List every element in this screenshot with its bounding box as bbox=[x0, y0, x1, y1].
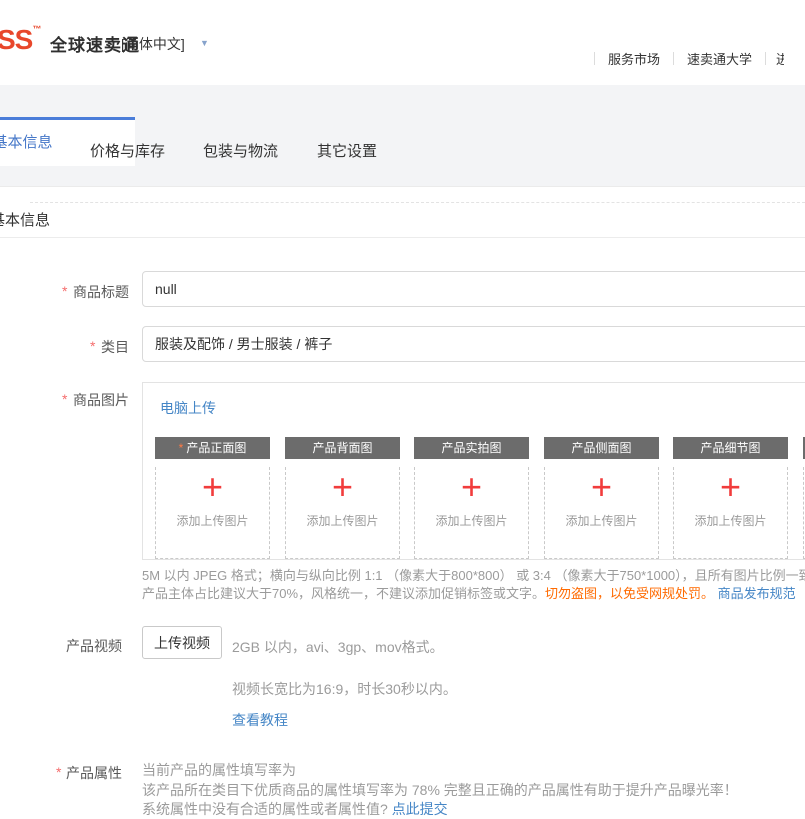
slot-header: 产品背面图 bbox=[285, 437, 400, 459]
slot-dropzone[interactable]: + 添加上传图片 bbox=[673, 467, 788, 559]
plus-icon: + bbox=[674, 467, 787, 507]
plus-icon: + bbox=[156, 467, 269, 507]
attr-category-rate-line: 该产品所在类目下优质商品的属性填写率为 78% 完整且正确的产品属性有助于提升产… bbox=[142, 780, 738, 800]
add-image-label: 添加上传图片 bbox=[286, 512, 399, 529]
category-label: 类目 bbox=[101, 337, 129, 357]
upload-slot-back[interactable]: 产品背面图 + 添加上传图片 bbox=[285, 437, 400, 559]
chevron-down-icon: ▼ bbox=[200, 38, 209, 48]
divider bbox=[673, 52, 674, 65]
warning-text: 切勿盗图，以免受网规处罚。 bbox=[545, 586, 714, 601]
tab-bar: 基本信息 价格与库存 包装与物流 其它设置 bbox=[0, 85, 805, 187]
required-asterisk: * bbox=[62, 283, 67, 299]
slot-header: *产品正面图 bbox=[155, 437, 270, 459]
upload-video-button[interactable]: 上传视频 bbox=[142, 626, 222, 659]
product-attributes-label: 产品属性 bbox=[66, 763, 122, 783]
upload-slot-side[interactable]: 产品侧面图 + 添加上传图片 bbox=[544, 437, 659, 559]
product-images-label: 商品图片 bbox=[73, 390, 129, 410]
partial-nav-link[interactable]: 进 bbox=[776, 49, 784, 68]
image-note-line1: 5M 以内 JPEG 格式；横向与纵向比例 1:1 （像素大于800*800） … bbox=[142, 565, 805, 584]
add-image-label: 添加上传图片 bbox=[156, 512, 269, 529]
required-asterisk: * bbox=[62, 391, 67, 407]
video-note-format: 2GB 以内，avi、3gp、mov格式。 bbox=[232, 637, 444, 657]
video-note-ratio: 视频长宽比为16:9，时长30秒以内。 bbox=[232, 679, 457, 699]
plus-icon: + bbox=[286, 467, 399, 507]
slot-header: 产品实拍图 bbox=[414, 437, 529, 459]
plus-icon: + bbox=[415, 467, 528, 507]
computer-upload-link[interactable]: 电脑上传 bbox=[160, 398, 216, 418]
required-asterisk: * bbox=[56, 764, 61, 780]
publish-rules-link[interactable]: 商品发布规范 bbox=[718, 586, 796, 601]
required-asterisk: * bbox=[90, 338, 95, 354]
slot-header: 产品细节图 bbox=[673, 437, 788, 459]
slot-dropzone[interactable]: + 添加上传图片 bbox=[544, 467, 659, 559]
language-selector[interactable]: [简体中文] bbox=[121, 34, 185, 54]
upload-slot-front[interactable]: *产品正面图 + 添加上传图片 bbox=[155, 437, 270, 559]
trademark-mark: ™ bbox=[32, 24, 40, 34]
upload-slot-real-shot[interactable]: 产品实拍图 + 添加上传图片 bbox=[414, 437, 529, 559]
add-image-label: 添加上传图片 bbox=[674, 512, 787, 529]
attr-submit-line: 系统属性中没有合适的属性或者属性值? 点此提交 bbox=[142, 799, 448, 819]
divider bbox=[765, 52, 766, 65]
attr-fill-rate-line: 当前产品的属性填写率为 bbox=[142, 760, 296, 780]
section-divider bbox=[0, 237, 805, 238]
slot-dropzone[interactable]: + 添加上传图片 bbox=[285, 467, 400, 559]
tab-price-stock[interactable]: 价格与库存 bbox=[90, 140, 165, 161]
dashed-divider bbox=[30, 202, 805, 203]
nav-link-university[interactable]: 速卖通大学 bbox=[687, 49, 752, 68]
slot-dropzone[interactable]: + 添加上传图片 bbox=[414, 467, 529, 559]
upload-slot-detail[interactable]: 产品细节图 + 添加上传图片 bbox=[673, 437, 788, 559]
category-field[interactable]: 服装及配饰 / 男士服装 / 裤子 bbox=[142, 326, 805, 362]
product-title-label: 商品标题 bbox=[73, 282, 129, 302]
product-video-label: 产品视频 bbox=[66, 636, 122, 656]
slot-dropzone[interactable]: + 添加上传图片 bbox=[155, 467, 270, 559]
tab-packing-logistics[interactable]: 包装与物流 bbox=[203, 140, 278, 161]
add-image-label: 添加上传图片 bbox=[545, 512, 658, 529]
required-asterisk: * bbox=[179, 441, 184, 455]
slot-header: 产品侧面图 bbox=[544, 437, 659, 459]
top-nav: 服务市场 速卖通大学 进 bbox=[594, 49, 784, 68]
section-title: 基本信息 bbox=[0, 209, 50, 230]
divider bbox=[594, 52, 595, 65]
aliexpress-logo: SS™ bbox=[0, 24, 40, 56]
tab-other-settings[interactable]: 其它设置 bbox=[317, 140, 377, 161]
plus-icon: + bbox=[545, 467, 658, 507]
product-title-input[interactable] bbox=[142, 271, 805, 307]
nav-link-service-market[interactable]: 服务市场 bbox=[608, 49, 660, 68]
image-note-line2: 产品主体占比建议大于70%，风格统一，不建议添加促销标签或文字。切勿盗图，以免受… bbox=[142, 583, 796, 602]
add-image-label: 添加上传图片 bbox=[415, 512, 528, 529]
image-upload-panel: 电脑上传 *产品正面图 + 添加上传图片 产品背面图 + 添加上传图片 产品实拍图 … bbox=[142, 382, 805, 560]
submit-attribute-link[interactable]: 点此提交 bbox=[392, 801, 448, 817]
tutorial-link[interactable]: 查看教程 bbox=[232, 710, 288, 730]
